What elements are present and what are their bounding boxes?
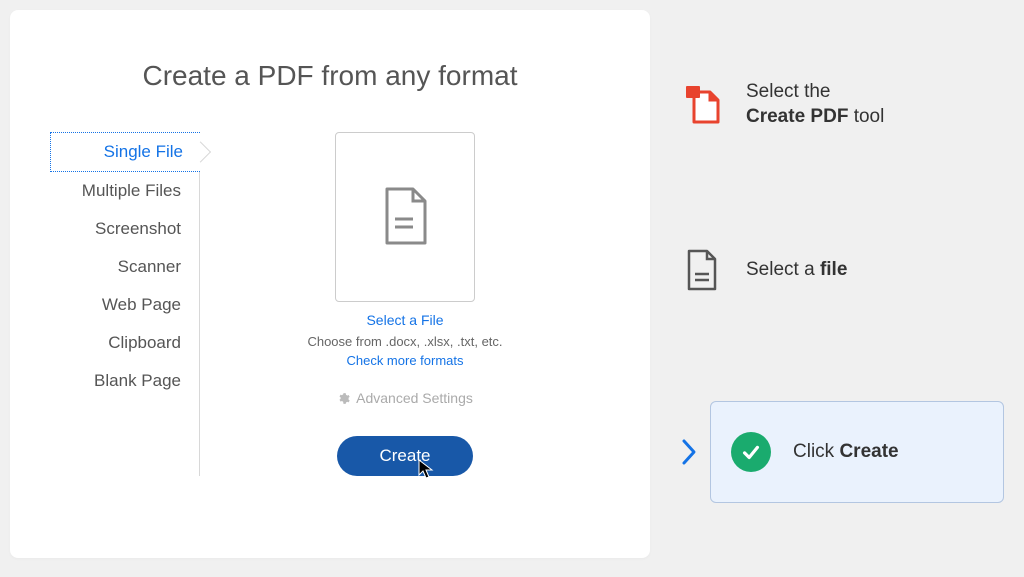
tab-label: Multiple Files [82,181,181,200]
tab-clipboard[interactable]: Clipboard [50,324,199,362]
file-icon [685,249,719,291]
step-3-text: Click Create [793,440,899,465]
gear-icon [337,392,350,405]
step-2-bold: file [820,259,847,280]
tab-label: Web Page [102,295,181,314]
step-3-box: Click Create [710,401,1004,503]
create-button[interactable]: Create [337,436,472,476]
advanced-settings: Advanced Settings [337,390,473,406]
check-icon [740,441,762,463]
step-3-prefix: Click [793,441,839,462]
tab-label: Blank Page [94,371,181,390]
tab-label: Single File [104,142,183,161]
check-formats-link[interactable]: Check more formats [346,353,463,368]
step-1-prefix: Select the [746,81,831,102]
step-3-container: Click Create [680,401,1004,503]
step-2-icon-box [680,249,724,291]
tab-list: Single File Multiple Files Screenshot Sc… [50,132,200,476]
tab-label: Scanner [118,257,181,276]
hint-text: Choose from .docx, .xlsx, .txt, etc. [307,334,502,349]
main-area: Select a File Choose from .docx, .xlsx, … [200,132,610,476]
step-2-prefix: Select a [746,259,820,280]
panel-title: Create a PDF from any format [70,60,590,92]
tab-label: Screenshot [95,219,181,238]
tab-screenshot[interactable]: Screenshot [50,210,199,248]
tab-single-file[interactable]: Single File [50,132,200,172]
document-icon [381,187,429,247]
step-1-text: Select the Create PDF tool [746,80,884,129]
select-file-link[interactable]: Select a File [366,312,443,328]
step-3-bold: Create [839,441,898,462]
tab-label: Clipboard [108,333,181,352]
tab-blank-page[interactable]: Blank Page [50,362,199,400]
step-1-suffix: tool [848,106,884,127]
steps-panel: Select the Create PDF tool Select a file [660,0,1024,577]
cursor-icon [417,458,435,480]
advanced-settings-label: Advanced Settings [356,390,473,406]
step-1: Select the Create PDF tool [680,80,1004,129]
content-row: Single File Multiple Files Screenshot Sc… [50,132,610,476]
step-2-text: Select a file [746,258,847,283]
chevron-right-icon [680,437,698,467]
tab-web-page[interactable]: Web Page [50,286,199,324]
step-1-icon-box [680,84,724,126]
file-dropzone[interactable] [335,132,475,302]
check-circle-icon [731,432,771,472]
tab-scanner[interactable]: Scanner [50,248,199,286]
step-2: Select a file [680,249,1004,291]
step-1-bold: Create PDF [746,106,848,127]
create-pdf-panel: Create a PDF from any format Single File… [10,10,650,558]
tab-multiple-files[interactable]: Multiple Files [50,172,199,210]
create-pdf-icon [682,84,722,126]
